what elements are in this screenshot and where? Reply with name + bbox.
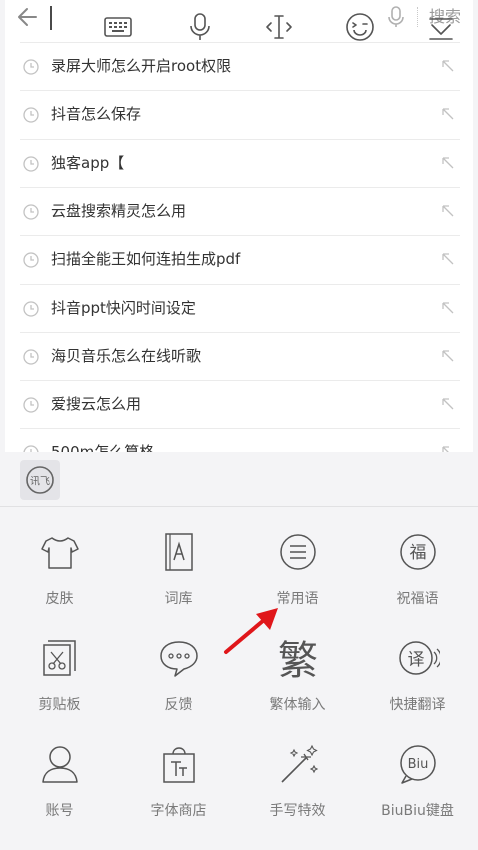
suggestion-item[interactable]: 录屏大师怎么开启root权限 <box>20 42 460 91</box>
clipboard-icon <box>38 636 82 680</box>
cursor-move-icon[interactable] <box>262 10 296 44</box>
search-suggestions-panel: 搜索 录屏大师怎么开启root权限 抖音怎么保存 独客app【云盘搜索精灵怎么用扫描… <box>5 0 473 452</box>
history-clock-icon <box>22 300 40 318</box>
menu-item-label: 账号 <box>45 803 74 819</box>
menu-item-biubiu-keyboard[interactable]: Biu BiuBiu键盘 <box>358 742 477 850</box>
history-clock-icon <box>22 444 40 452</box>
voice-search-microphone-icon[interactable] <box>385 5 407 29</box>
emoji-icon[interactable] <box>343 10 377 44</box>
menu-item-label: 祝福语 <box>396 591 439 607</box>
menu-item-label: 剪贴板 <box>38 697 81 713</box>
keyboard-toolbar <box>0 452 478 507</box>
history-clock-icon <box>22 58 40 76</box>
phrases-icon <box>276 530 320 574</box>
keyboard-icon[interactable] <box>101 10 135 44</box>
font-store-icon <box>157 742 201 786</box>
fill-query-arrow-icon[interactable] <box>440 251 456 267</box>
tshirt-icon <box>38 530 82 574</box>
fill-query-arrow-icon[interactable] <box>440 106 456 122</box>
suggestion-item[interactable]: 抖音怎么保存 <box>20 90 460 139</box>
suggestion-item[interactable]: 500m怎么算格 <box>20 428 460 452</box>
suggestion-text: 录屏大师怎么开启root权限 <box>51 57 232 75</box>
fill-query-arrow-icon[interactable] <box>440 396 456 412</box>
history-clock-icon <box>22 203 40 221</box>
menu-item-blessing[interactable]: 福祝福语 <box>358 530 477 638</box>
suggestion-text: 云盘搜索精灵怎么用 <box>51 202 187 220</box>
menu-item-tshirt[interactable]: 皮肤 <box>0 530 119 638</box>
handwriting-effects-icon <box>276 742 320 786</box>
search-divider <box>417 7 418 27</box>
menu-item-label: 快捷翻译 <box>389 697 446 713</box>
menu-item-label: BiuBiu键盘 <box>381 803 454 819</box>
dictionary-icon <box>157 530 201 574</box>
suggestion-text: 抖音怎么保存 <box>51 105 142 123</box>
biubiu-keyboard-icon: Biu <box>396 742 440 786</box>
suggestion-item[interactable]: 扫描全能王如何连拍生成pdf <box>20 235 460 284</box>
svg-text:福: 福 <box>410 543 427 563</box>
red-annotation-arrow <box>218 598 288 660</box>
menu-item-clipboard[interactable]: 剪贴板 <box>0 636 119 744</box>
svg-text:Biu: Biu <box>408 757 429 772</box>
fill-query-arrow-icon[interactable] <box>440 300 456 316</box>
svg-text:译: 译 <box>408 650 425 670</box>
menu-item-label: 字体商店 <box>150 803 207 819</box>
menu-item-label: 反馈 <box>164 697 193 713</box>
suggestion-item[interactable]: 独客app【 <box>20 139 460 188</box>
suggestion-text: 独客app【 <box>51 154 125 172</box>
history-clock-icon <box>22 251 40 269</box>
history-clock-icon <box>22 348 40 366</box>
fill-query-arrow-icon[interactable] <box>440 348 456 364</box>
blessing-icon: 福 <box>396 530 440 574</box>
feedback-icon <box>157 636 201 680</box>
suggestion-item[interactable]: 爱搜云怎么用 <box>20 380 460 429</box>
translate-icon: 译 <box>396 636 440 680</box>
fill-query-arrow-icon[interactable] <box>440 203 456 219</box>
menu-item-label: 繁体输入 <box>269 697 326 713</box>
back-arrow-icon[interactable] <box>14 4 44 30</box>
menu-item-font-store[interactable]: 字体商店 <box>119 742 238 850</box>
menu-item-account[interactable]: 账号 <box>0 742 119 850</box>
history-clock-icon <box>22 106 40 124</box>
suggestion-text: 500m怎么算格 <box>51 443 155 452</box>
history-clock-icon <box>22 155 40 173</box>
suggestion-item[interactable]: 抖音ppt快闪时间设定 <box>20 284 460 333</box>
suggestion-text: 爱搜云怎么用 <box>51 395 142 413</box>
suggestion-item[interactable]: 海贝音乐怎么在线听歌 <box>20 332 460 381</box>
suggestion-text: 海贝音乐怎么在线听歌 <box>51 347 202 365</box>
search-input[interactable] <box>50 6 52 30</box>
ifly-logo-button[interactable]: 讯飞 <box>20 460 60 500</box>
menu-item-label: 手写特效 <box>269 803 326 819</box>
history-clock-icon <box>22 396 40 414</box>
collapse-keyboard-icon[interactable] <box>424 10 458 44</box>
microphone-icon[interactable] <box>183 10 217 44</box>
menu-item-handwriting-effects[interactable]: 手写特效 <box>238 742 357 850</box>
menu-item-label: 皮肤 <box>45 591 74 607</box>
suggestion-text: 抖音ppt快闪时间设定 <box>51 299 196 317</box>
fill-query-arrow-icon[interactable] <box>440 58 456 74</box>
account-icon <box>38 742 82 786</box>
search-bar: 搜索 <box>5 0 473 34</box>
suggestion-text: 扫描全能王如何连拍生成pdf <box>51 250 241 268</box>
suggestion-item[interactable]: 云盘搜索精灵怎么用 <box>20 187 460 236</box>
menu-item-translate[interactable]: 译快捷翻译 <box>358 636 477 744</box>
fill-query-arrow-icon[interactable] <box>440 155 456 171</box>
ifly-logo-text: 讯飞 <box>30 476 50 488</box>
fill-query-arrow-icon[interactable] <box>440 444 456 452</box>
